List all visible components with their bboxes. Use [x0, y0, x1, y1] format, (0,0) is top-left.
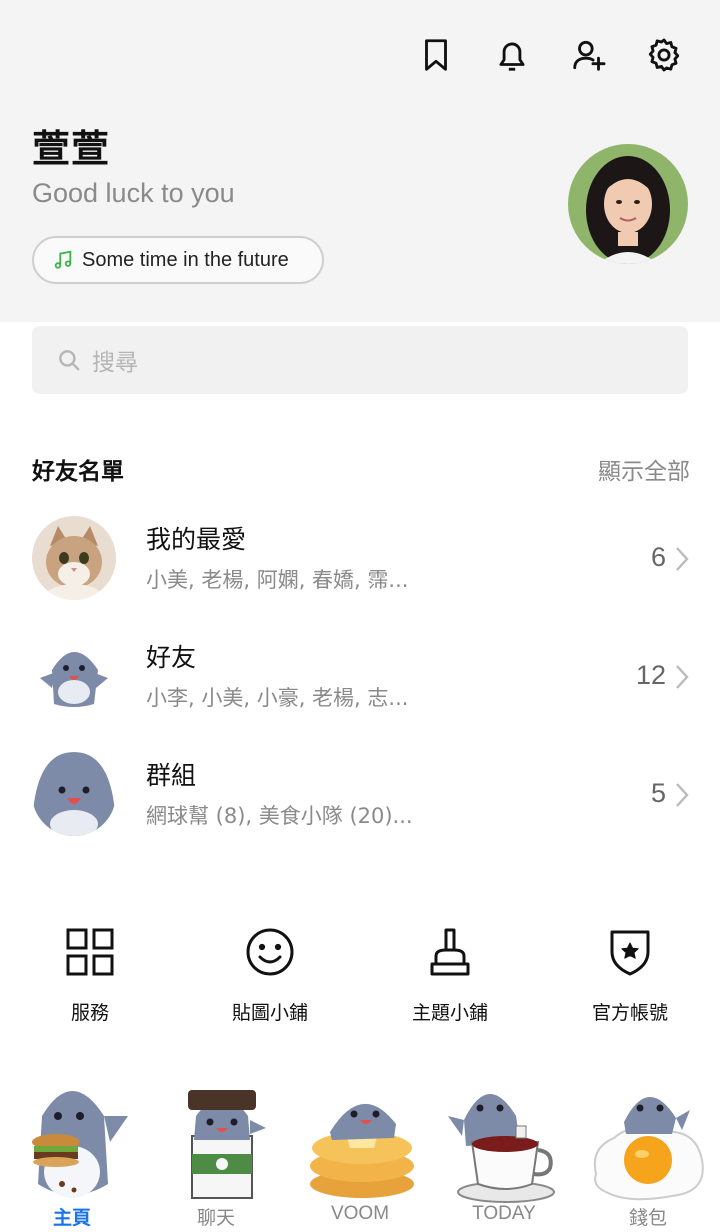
shark-coffee-sticker — [188, 1090, 266, 1199]
service-official-accounts-button[interactable]: 官方帳號 — [540, 926, 720, 1026]
tab-home-label[interactable]: 主頁 — [0, 1203, 144, 1230]
profile-music-button[interactable]: Some time in the future — [32, 236, 324, 284]
favorites-avatar — [32, 516, 116, 600]
bookmark-icon[interactable] — [415, 34, 457, 76]
grid-icon — [66, 928, 114, 976]
shark-burger-sticker — [32, 1091, 128, 1198]
chevron-right-icon — [676, 547, 689, 571]
service-label: 官方帳號 — [591, 1002, 668, 1024]
smiley-icon — [246, 928, 294, 976]
friend-group-members: 網球幫 (8), 美食小隊 (20)... — [146, 804, 413, 828]
service-label: 服務 — [70, 1002, 109, 1024]
search-placeholder: 搜尋 — [92, 350, 138, 376]
friend-group-count: 5 — [650, 778, 666, 808]
friend-group-favorites[interactable]: 我的最愛 小美, 老楊, 阿嫻, 春嬌, 霈... 6 — [0, 516, 720, 616]
tab-voom-label[interactable]: VOOM — [288, 1203, 432, 1225]
tab-today-label[interactable]: TODAY — [432, 1203, 576, 1225]
chevron-right-icon — [676, 783, 689, 807]
profile-name: 萱萱 — [32, 127, 111, 171]
status-message[interactable]: Good luck to you — [32, 178, 235, 209]
service-label: 主題小鋪 — [411, 1002, 488, 1024]
friend-group-count: 6 — [650, 542, 666, 572]
friend-group-members: 小美, 老楊, 阿嫻, 春嬌, 霈... — [146, 568, 409, 592]
chevron-right-icon — [676, 665, 689, 689]
star-shield-icon — [610, 930, 650, 976]
friends-avatar — [32, 634, 116, 718]
shark-egg-sticker — [593, 1096, 704, 1201]
friend-group-title: 好友 — [146, 643, 197, 672]
service-services-button[interactable]: 服務 — [0, 926, 180, 1026]
shark-tea-sticker — [448, 1093, 555, 1203]
profile-avatar[interactable] — [568, 144, 688, 264]
profile-header: 萱萱 Good luck to you Some time in the fut… — [0, 0, 720, 322]
tab-chats-label[interactable]: 聊天 — [144, 1203, 288, 1230]
add-friend-icon[interactable] — [568, 34, 610, 76]
groups-avatar — [32, 752, 116, 836]
service-label: 貼圖小鋪 — [231, 1002, 308, 1024]
service-theme-shop-button[interactable]: 主題小鋪 — [360, 926, 540, 1026]
friends-section-title: 好友名單 — [32, 459, 124, 485]
bell-icon[interactable] — [491, 34, 533, 76]
tab-wallet-label[interactable]: 錢包 — [576, 1203, 720, 1230]
friend-group-title: 我的最愛 — [146, 525, 247, 554]
friend-group-friends[interactable]: 好友 小李, 小美, 小豪, 老楊, 志... 12 — [0, 634, 720, 734]
friend-group-title: 群組 — [146, 761, 197, 790]
friend-group-groups[interactable]: 群組 網球幫 (8), 美食小隊 (20)... 5 — [0, 752, 720, 852]
friend-group-members: 小李, 小美, 小豪, 老楊, 志... — [146, 686, 409, 710]
search-icon — [59, 350, 80, 371]
gear-icon[interactable] — [643, 34, 685, 76]
music-note-icon — [54, 250, 72, 269]
music-title: Some time in the future — [82, 248, 289, 271]
show-all-link[interactable]: 顯示全部 — [598, 452, 690, 486]
friend-group-count: 12 — [635, 660, 666, 690]
service-sticker-shop-button[interactable]: 貼圖小鋪 — [180, 926, 360, 1026]
search-input[interactable]: 搜尋 — [32, 326, 688, 394]
brush-icon — [430, 928, 470, 976]
shark-pancake-sticker — [310, 1103, 414, 1198]
